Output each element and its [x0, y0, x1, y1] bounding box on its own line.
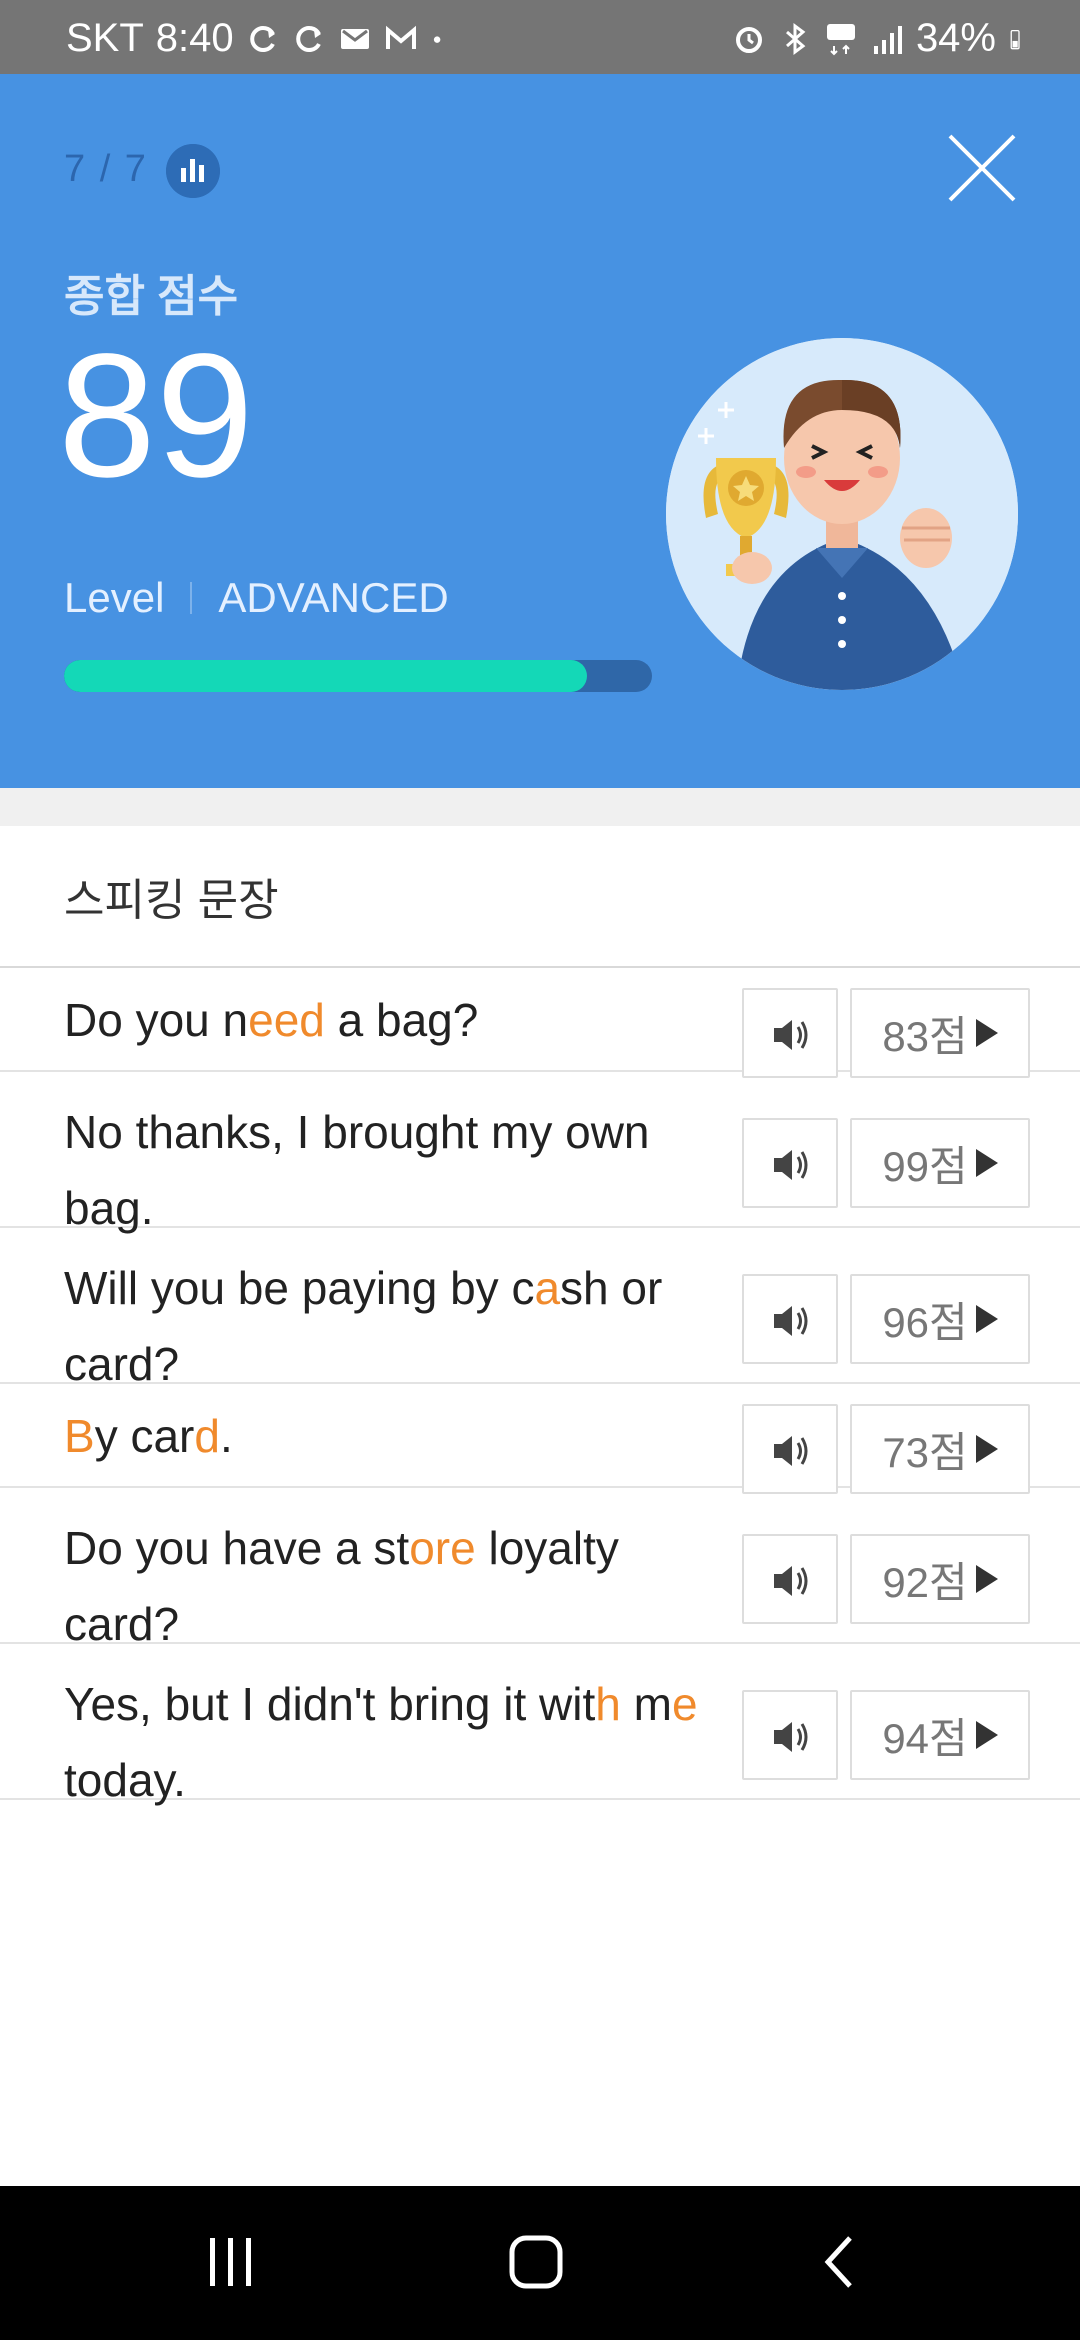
sentence-row: Yes, but I didn't bring it with me today… [0, 1644, 1080, 1806]
battery-label: 34% [915, 16, 996, 60]
sentence-list: Do you need a bag? 83점 No thanks, I brough… [0, 968, 1080, 1806]
result-header: 7 / 7 종합 점수 89 Level ADVANCED [0, 74, 1080, 788]
status-bar-left: SKT 8:40 [66, 16, 452, 61]
back-icon[interactable] [820, 2232, 860, 2292]
level-separator [190, 582, 193, 614]
mail-icon [340, 28, 369, 49]
pronunciation-error-highlight: B [64, 1410, 95, 1462]
gmail-icon [385, 25, 416, 49]
play-arrow-icon [975, 1435, 998, 1463]
sentence-text-segment: Will you be paying by c [64, 1262, 535, 1314]
sentence-score-label: 92점 [882, 1558, 968, 1606]
level-progress-bar [64, 660, 652, 692]
sentence-row: Do you need a bag? 83점 [0, 968, 1080, 1078]
pronunciation-error-highlight: h [595, 1678, 621, 1730]
trophy-person-icon [666, 338, 1018, 690]
play-audio-button[interactable] [742, 1118, 838, 1208]
sentence-score-label: 83점 [882, 1012, 968, 1060]
play-arrow-icon [975, 1149, 998, 1177]
sentence-text-segment: Do you n [64, 994, 249, 1046]
speaker-icon [774, 1306, 808, 1336]
total-score-value: 89 [58, 318, 254, 514]
speaker-icon [774, 1020, 808, 1050]
play-arrow-icon [975, 1565, 998, 1593]
play-audio-button[interactable] [742, 988, 838, 1078]
speaker-icon [774, 1566, 808, 1596]
sentence-score-button[interactable]: 96점 [850, 1274, 1030, 1364]
carrier-label: SKT [66, 16, 144, 60]
pronunciation-error-highlight: e [671, 1678, 698, 1730]
status-bar: SKT 8:40 34% [0, 0, 1080, 74]
level-row: Level ADVANCED [64, 574, 449, 622]
bluetooth-icon [785, 22, 806, 55]
sentence-score-label: 73점 [882, 1428, 968, 1476]
pronunciation-error-highlight: ore [409, 1522, 476, 1574]
sentence-score-button[interactable]: 94점 [850, 1690, 1030, 1780]
play-audio-button[interactable] [742, 1404, 838, 1494]
time-label: 8:40 [155, 16, 234, 60]
recent-apps-icon[interactable] [206, 2232, 256, 2292]
sentence-row: Do you have a store loyalty card? 92점 [0, 1488, 1080, 1650]
signal-icon [873, 25, 902, 54]
sentence-text: Will you be paying by cash or card? [64, 1250, 714, 1402]
status-bar-right: 34% [732, 16, 1030, 61]
system-nav-bar [0, 2186, 1080, 2340]
sentence-row: Will you be paying by cash or card? 96점 [0, 1228, 1080, 1390]
sentence-text: Do you have a store loyalty card? [64, 1510, 714, 1662]
close-icon[interactable] [946, 132, 1018, 204]
sentence-row: By card. 73점 [0, 1384, 1080, 1494]
speaker-icon [774, 1150, 808, 1180]
play-arrow-icon [975, 1019, 998, 1047]
sentence-score-button[interactable]: 73점 [850, 1404, 1030, 1494]
battery-icon [1010, 29, 1020, 49]
sentence-text-segment: today. [64, 1754, 186, 1806]
sentence-text-segment: No thanks, I brought my own bag. [64, 1106, 650, 1234]
play-audio-button[interactable] [742, 1274, 838, 1364]
level-progress-fill [64, 660, 588, 692]
sentence-row: No thanks, I brought my own bag. 99점 [0, 1072, 1080, 1234]
sentence-score-button[interactable]: 92점 [850, 1534, 1030, 1624]
total-score-label: 종합 점수 [64, 272, 239, 321]
sentence-score-label: 99점 [882, 1142, 968, 1190]
sync-icon [249, 25, 275, 52]
level-value: ADVANCED [218, 574, 449, 621]
sentence-text-segment: Do you have a st [64, 1522, 410, 1574]
sentence-text: Yes, but I didn't bring it with me today… [64, 1666, 714, 1818]
level-label: Level [64, 574, 165, 621]
pronunciation-error-highlight: d [194, 1410, 220, 1462]
progress-count: 7 / 7 [64, 148, 148, 190]
sentence-score-button[interactable]: 99점 [850, 1118, 1030, 1208]
pronunciation-error-highlight: a [534, 1262, 561, 1314]
sentence-score-label: 94점 [882, 1714, 968, 1762]
stats-icon[interactable] [166, 144, 220, 198]
avatar-illustration [666, 338, 1018, 690]
pronunciation-error-highlight: eed [248, 994, 325, 1046]
speaker-icon [774, 1436, 808, 1466]
sentence-score-button[interactable]: 83점 [850, 988, 1030, 1078]
sync-icon [295, 25, 321, 52]
play-audio-button[interactable] [742, 1690, 838, 1780]
sentence-text-segment: y car [94, 1410, 195, 1462]
sentence-text: No thanks, I brought my own bag. [64, 1094, 714, 1246]
section-title: 스피킹 문장 [64, 876, 279, 925]
speaker-icon [774, 1722, 808, 1752]
sentence-text: Do you need a bag? [64, 982, 714, 1058]
sentence-text-segment: Yes, but I didn't bring it wit [64, 1678, 596, 1730]
sentence-score-label: 96점 [882, 1298, 968, 1346]
sentence-text-segment: m [620, 1678, 672, 1730]
dot-icon [433, 35, 441, 43]
section-divider [0, 788, 1080, 826]
alarm-icon [735, 26, 762, 53]
play-arrow-icon [975, 1721, 998, 1749]
play-audio-button[interactable] [742, 1534, 838, 1624]
sentence-text: By card. [64, 1398, 714, 1474]
5g-icon [826, 23, 855, 55]
sentence-text-segment: a bag? [324, 994, 479, 1046]
sentence-text-segment: . [219, 1410, 233, 1462]
play-arrow-icon [975, 1305, 998, 1333]
home-icon[interactable] [508, 2234, 564, 2290]
